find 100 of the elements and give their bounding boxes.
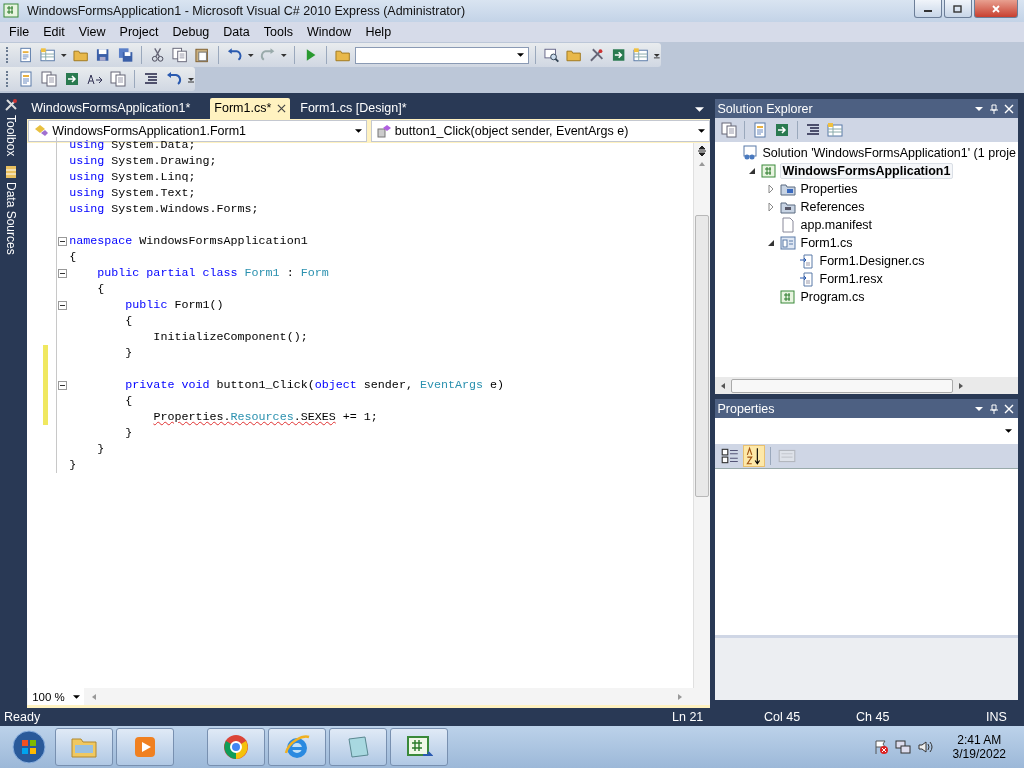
sort-az-icon[interactable] [742, 445, 765, 467]
code-line: { [124, 314, 133, 328]
collapsed-arrow-icon[interactable] [766, 203, 775, 211]
code-line: using System.Drawing; [68, 154, 217, 168]
side-tab[interactable]: Data Sources [0, 164, 22, 256]
minimize-button[interactable] [914, 0, 942, 18]
tree-item[interactable]: Properties [798, 182, 860, 196]
maximize-icon [953, 3, 963, 14]
overflow-icon[interactable] [653, 51, 662, 59]
dropdown-arrow-icon[interactable] [697, 129, 705, 133]
scroll-right-icon[interactable] [956, 381, 965, 390]
scroll-up-icon[interactable] [697, 160, 706, 168]
copy-icon[interactable] [172, 47, 188, 63]
taskbar-button[interactable] [207, 728, 265, 766]
scroll-thumb[interactable] [730, 378, 953, 393]
collapsed-arrow-icon[interactable] [766, 185, 775, 193]
zoom-dropdown[interactable]: 100 % [28, 688, 85, 705]
horizontal-scrollbar[interactable] [714, 377, 1018, 394]
clock-time[interactable]: 2:41 AM [957, 733, 1002, 747]
menu-item[interactable]: File [2, 25, 37, 39]
taskbar-button[interactable] [268, 728, 326, 766]
tree-item[interactable]: WindowsFormsApplication1 [779, 163, 954, 179]
scroll-thumb[interactable] [694, 215, 709, 497]
dropdown-arrow-icon[interactable] [1005, 429, 1012, 433]
network-icon[interactable] [894, 739, 911, 755]
view-code-icon[interactable] [804, 122, 821, 138]
search-icon[interactable] [544, 47, 560, 63]
menu-item[interactable]: Edit [36, 25, 72, 39]
tree-item[interactable]: Form1.cs [798, 236, 855, 250]
caret-icon[interactable] [279, 51, 288, 59]
tree-item[interactable]: Form1.Designer.cs [817, 254, 927, 268]
menu-item[interactable]: View [71, 25, 113, 39]
taskbar-button[interactable] [55, 728, 113, 766]
expanded-arrow-icon[interactable] [766, 239, 775, 247]
undo-icon[interactable] [226, 47, 242, 63]
side-tab[interactable]: Toolbox [0, 97, 22, 157]
properties-folder-icon [779, 181, 796, 197]
tools-icon[interactable] [588, 47, 604, 63]
code-line: using System.Text; [68, 186, 196, 200]
sub-file-icon [798, 271, 815, 287]
volume-icon[interactable] [916, 739, 933, 755]
overflow-icon[interactable] [187, 75, 195, 83]
paste-icon[interactable] [194, 47, 210, 63]
tree-item[interactable]: References [798, 200, 867, 214]
member-dropdown[interactable]: button1_Click(object sender, EventArgs e) [370, 120, 710, 142]
dropdown-arrow-icon[interactable] [354, 129, 362, 133]
type-dropdown[interactable]: WindowsFormsApplication1.Form1 [28, 120, 367, 142]
dropdown-arrow-icon[interactable] [517, 53, 525, 57]
menu-item[interactable]: Data [216, 25, 257, 39]
pane-title: Solution Explorer [717, 101, 813, 116]
pin-icon[interactable] [989, 103, 999, 114]
tree-item[interactable]: app.manifest [798, 218, 875, 232]
taskbar-button[interactable] [329, 728, 387, 766]
tree-item[interactable]: Form1.resx [817, 272, 885, 286]
code-line: using System.Windows.Forms; [68, 202, 259, 216]
csharp-file-icon [779, 289, 796, 305]
find-combo-field[interactable] [355, 46, 530, 64]
new-project-icon[interactable] [17, 47, 34, 63]
indent-icon[interactable] [143, 71, 159, 87]
pane-title: Properties [717, 401, 775, 416]
code-line: { [68, 250, 77, 264]
scroll-left-icon[interactable] [90, 692, 99, 701]
dropdown-arrow-icon[interactable] [73, 694, 81, 699]
expanded-arrow-icon[interactable] [747, 167, 756, 175]
status-text: INS [986, 710, 1008, 724]
cut-icon[interactable] [149, 47, 166, 63]
caret-icon[interactable] [247, 51, 255, 59]
save-icon[interactable] [95, 47, 111, 63]
scroll-right-icon[interactable] [675, 692, 684, 701]
clock-date[interactable]: 3/19/2022 [952, 747, 1006, 761]
vertical-scrollbar[interactable] [692, 143, 710, 688]
code-line: private void button1_Click(object sender, EventArgs e) [124, 378, 505, 392]
close-icon[interactable] [277, 103, 287, 113]
document-tab[interactable]: Form1.cs [Design]* [296, 98, 411, 119]
status-text: Ch 45 [856, 710, 891, 724]
tree-item[interactable]: Program.cs [798, 290, 867, 304]
save-all-icon[interactable] [117, 47, 133, 63]
code-line: public partial class Form1 : Form [96, 266, 329, 280]
taskbar-button[interactable] [116, 728, 174, 766]
menu-item[interactable]: Debug [165, 25, 217, 39]
menu-item[interactable]: Project [112, 25, 166, 39]
action-center-flag-icon[interactable] [872, 739, 889, 755]
code-line: Properties.Resources.SEXES += 1; [152, 410, 378, 424]
menu-item[interactable]: Tools [256, 25, 300, 39]
code-line: using System.Linq; [68, 170, 196, 184]
caret-icon[interactable] [60, 51, 69, 59]
maximize-button[interactable] [944, 0, 972, 18]
dropdown-icon[interactable] [694, 107, 704, 112]
pin-icon[interactable] [989, 403, 999, 414]
tree-item[interactable]: Solution 'WindowsFormsApplication1' (1 proje [760, 146, 1018, 160]
form-icon [779, 235, 796, 251]
close-icon [991, 3, 1001, 14]
document-tab[interactable]: WindowsFormsApplication1* [27, 98, 195, 119]
menu-item[interactable]: Help [358, 25, 399, 39]
split-icon[interactable] [695, 145, 708, 157]
menu-item[interactable]: Window [299, 25, 359, 39]
status-text: Ln 21 [672, 710, 705, 724]
document-tab[interactable]: Form1.cs* [210, 98, 291, 119]
taskbar-button[interactable] [390, 728, 448, 766]
close-button[interactable] [974, 0, 1018, 18]
